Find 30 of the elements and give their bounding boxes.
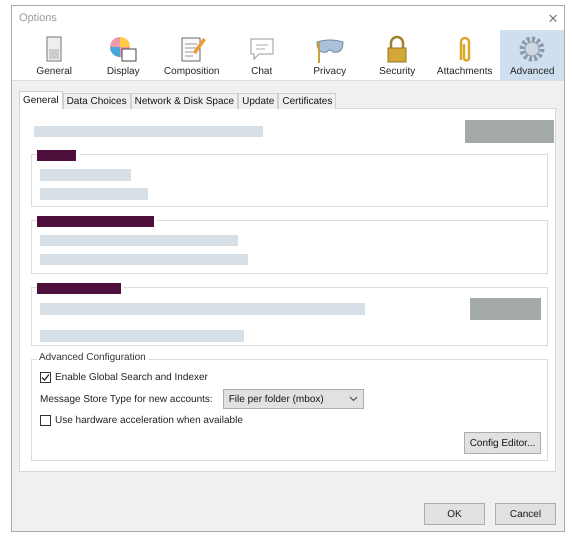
toolbar-tab[interactable]: Composition	[154, 30, 230, 80]
color-wheel-icon	[108, 34, 138, 64]
field-label: Message Store Type for new accounts:	[40, 394, 213, 404]
config-editor-button[interactable]: Config Editor...	[464, 432, 541, 454]
toolbar-tab[interactable]: Advanced	[500, 30, 564, 80]
toolbar-tab[interactable]: Display	[92, 30, 154, 80]
tab[interactable]: Certificates	[278, 93, 336, 109]
checkbox[interactable]	[40, 415, 51, 426]
tab[interactable]: General	[19, 91, 63, 109]
checkbox-label: Enable Global Search and Indexer	[55, 372, 208, 383]
checkbox[interactable]	[40, 372, 51, 383]
window-title: Options	[19, 12, 57, 24]
redaction-bar	[37, 150, 76, 161]
store-type-dropdown[interactable]: File per folder (mbox)	[222, 389, 364, 409]
chevron-down-icon	[348, 396, 358, 402]
tab[interactable]: Update	[238, 93, 278, 109]
gear-icon	[517, 34, 548, 64]
toolbar-tab[interactable]: Attachments	[428, 30, 500, 80]
tab[interactable]: Network & Disk Space	[130, 93, 238, 109]
toolbar-tab[interactable]: Security	[365, 30, 429, 80]
toolbar-tab[interactable]: Chat	[229, 30, 294, 80]
dialog-button[interactable]: OK	[424, 503, 485, 525]
toolbar-tab[interactable]: General	[16, 30, 92, 80]
close-button[interactable]: ×	[548, 10, 558, 26]
group-title: Advanced Configuration	[37, 352, 148, 363]
toolbar-tab[interactable]: Privacy	[294, 30, 366, 80]
tab[interactable]: Data Choices	[62, 93, 131, 109]
dialog-button[interactable]: Cancel	[495, 503, 556, 525]
redaction-bar	[470, 298, 541, 320]
checkbox-label: Use hardware acceleration when available	[55, 415, 243, 426]
